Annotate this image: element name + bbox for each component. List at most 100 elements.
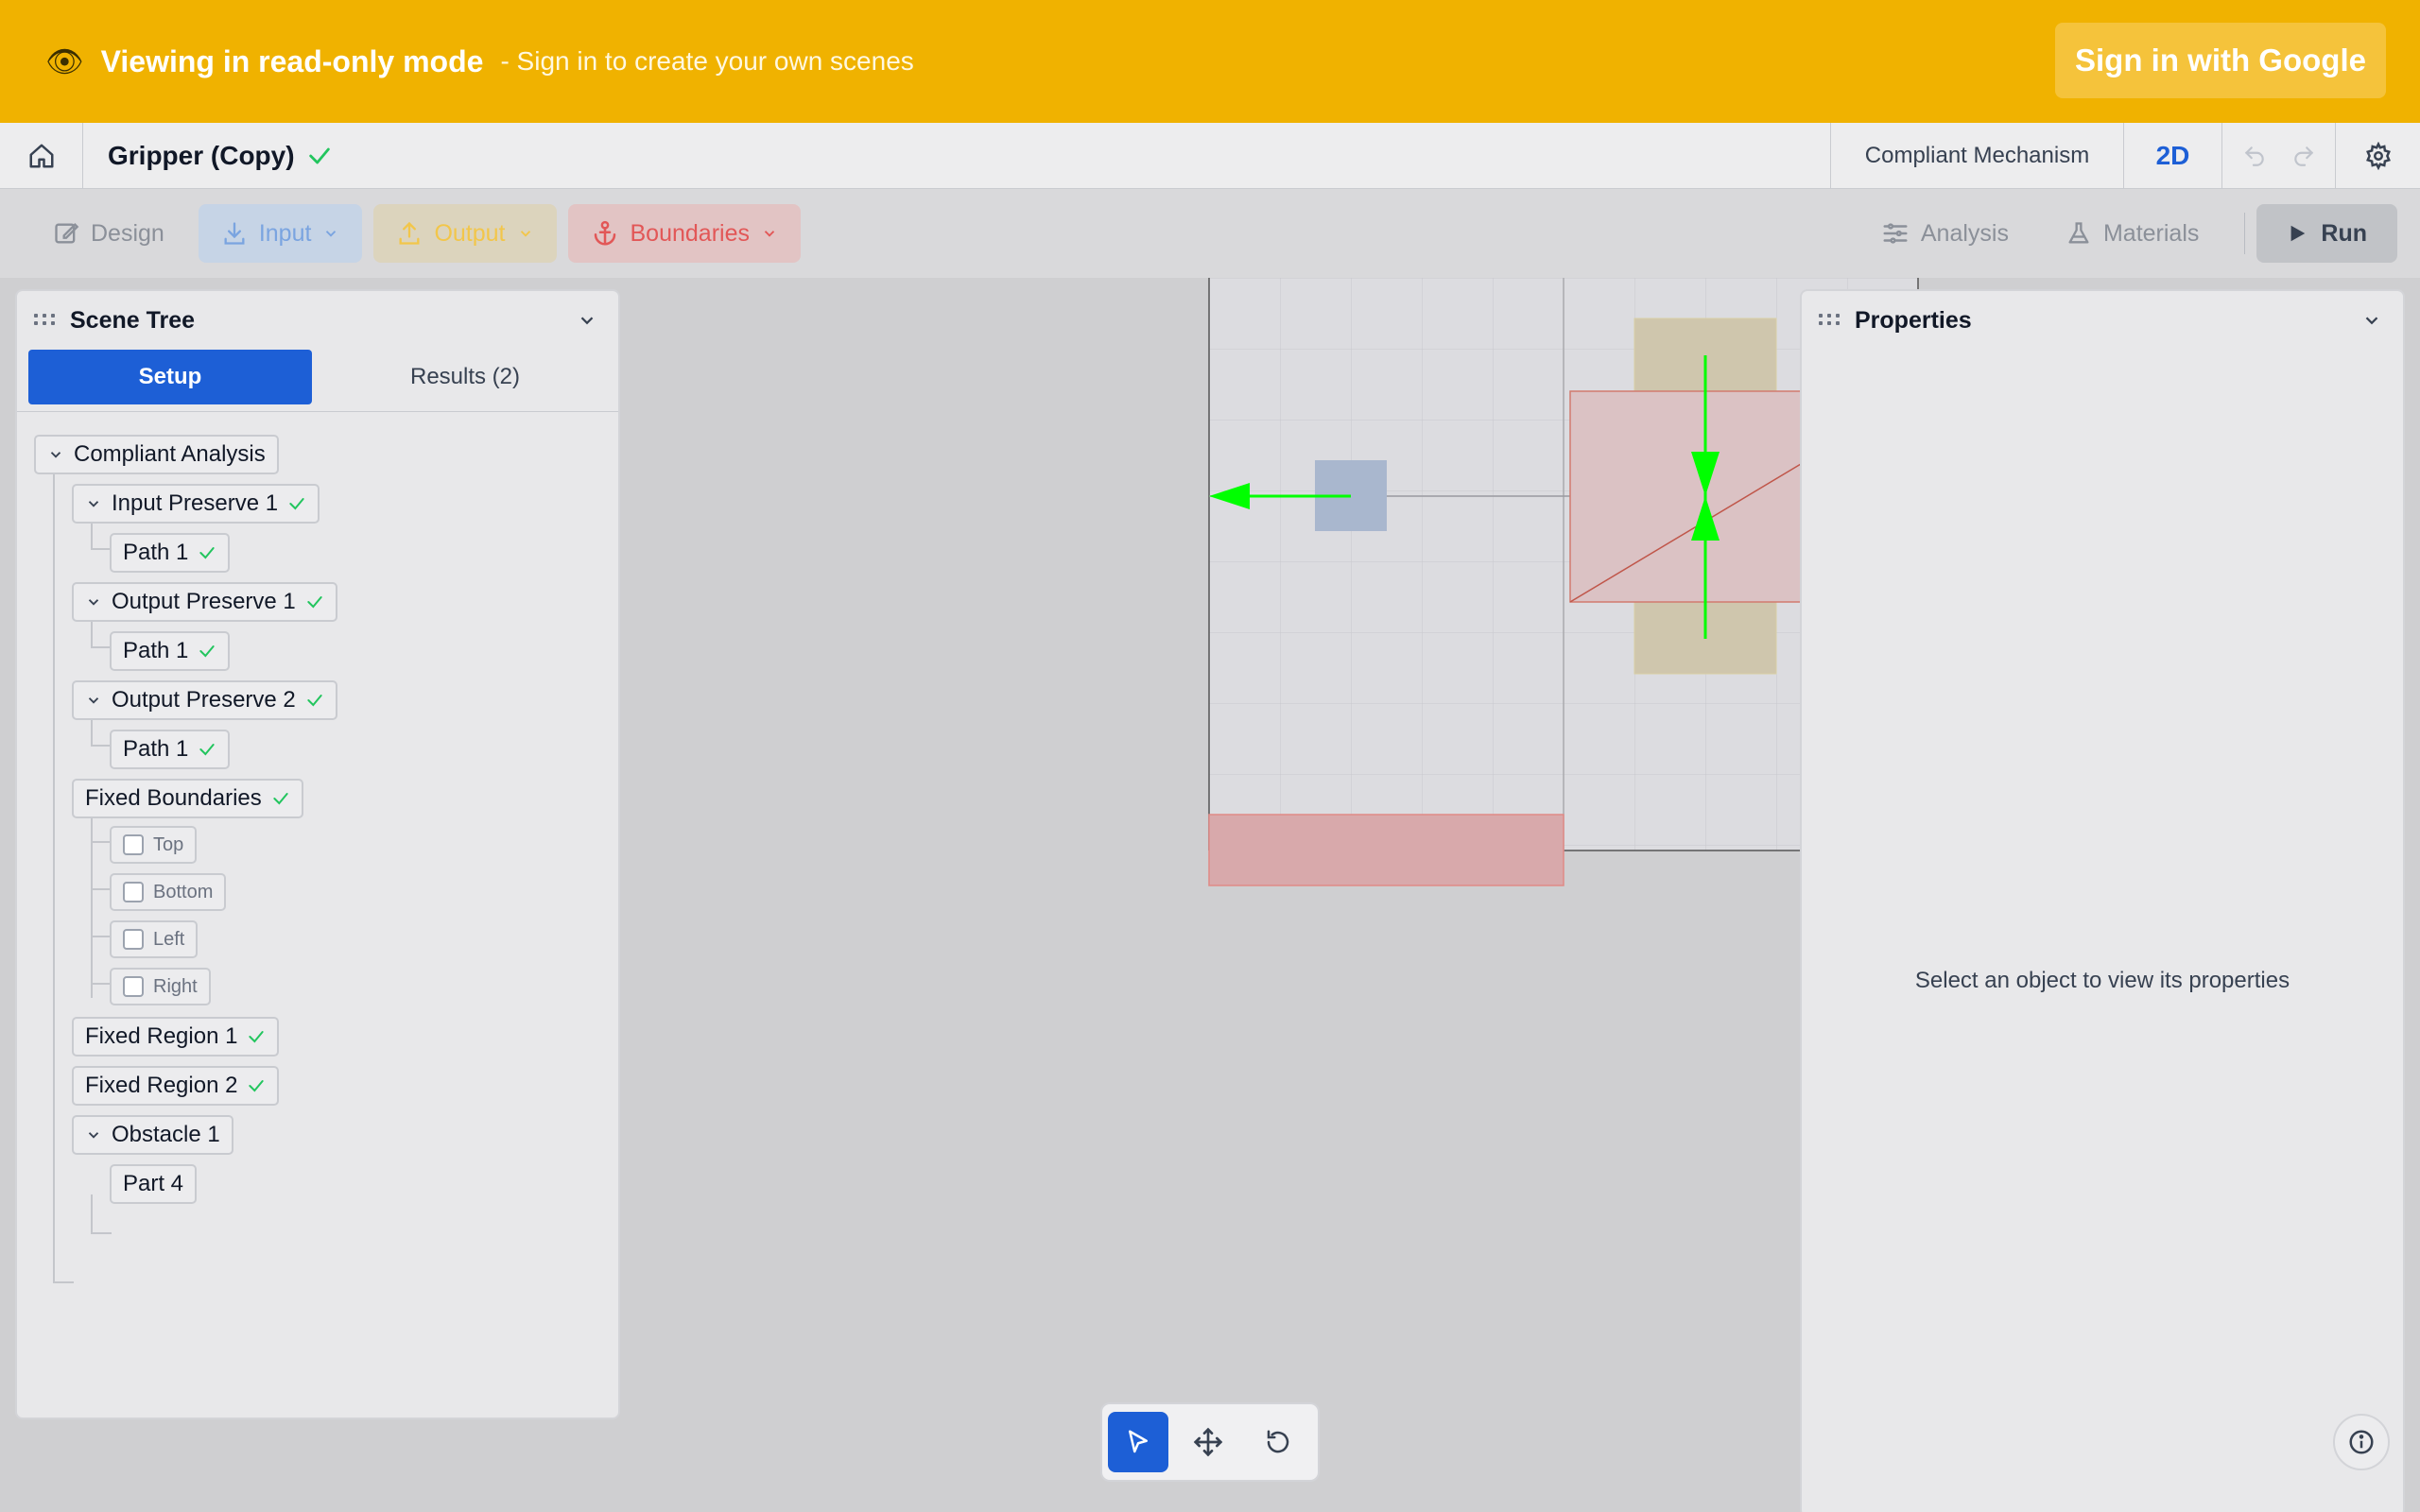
tree-node-fixed-region-2[interactable]: Fixed Region 2 bbox=[72, 1066, 280, 1106]
tree-connector bbox=[53, 1281, 74, 1283]
check-icon bbox=[307, 596, 322, 609]
node-label: Right bbox=[153, 975, 198, 997]
scene-tree-tabs: Setup Results (2) bbox=[17, 350, 618, 412]
tree-connector bbox=[91, 841, 112, 843]
input-dropdown[interactable]: Input bbox=[198, 204, 363, 263]
fixed-region[interactable] bbox=[1208, 814, 1564, 886]
tab-setup[interactable]: Setup bbox=[28, 350, 312, 404]
toolbar: Design Input Output Boundaries Analysis … bbox=[0, 189, 2420, 278]
flask-icon bbox=[2068, 222, 2089, 244]
run-button[interactable]: Run bbox=[2256, 204, 2397, 263]
info-button[interactable] bbox=[2333, 1414, 2390, 1470]
check-icon bbox=[273, 793, 288, 805]
properties-panel: Properties Select an object to view its … bbox=[1800, 289, 2405, 1512]
tree-node-fixed-region-1[interactable]: Fixed Region 1 bbox=[72, 1017, 280, 1057]
tree-connector bbox=[91, 888, 112, 890]
banner-message: Viewing in read-only mode bbox=[100, 43, 484, 78]
properties-title: Properties bbox=[1855, 306, 1972, 334]
undo-icon[interactable] bbox=[2242, 144, 2267, 168]
chevron-down-icon[interactable] bbox=[2361, 310, 2382, 331]
node-label: Top bbox=[153, 833, 184, 855]
right-checkbox[interactable] bbox=[123, 976, 144, 997]
scene-tree: Compliant Analysis Input Preserve 1 Path… bbox=[17, 412, 618, 1283]
saved-check-icon bbox=[306, 143, 333, 169]
tree-node-input-path-1[interactable]: Path 1 bbox=[110, 533, 231, 573]
tree-node-boundary-bottom[interactable]: Bottom bbox=[110, 873, 227, 911]
tree-connector bbox=[91, 745, 112, 747]
tree-node-boundary-top[interactable]: Top bbox=[110, 826, 198, 864]
tree-node-output2-path-1[interactable]: Path 1 bbox=[110, 730, 231, 769]
chevron-down-icon[interactable] bbox=[85, 692, 102, 709]
tree-node-output1-path-1[interactable]: Path 1 bbox=[110, 631, 231, 671]
node-label: Fixed Region 1 bbox=[85, 1023, 238, 1049]
tree-node-compliant-analysis[interactable]: Compliant Analysis bbox=[34, 435, 279, 474]
output-dropdown[interactable]: Output bbox=[373, 204, 557, 263]
drag-handle-icon[interactable] bbox=[1819, 314, 1840, 327]
bottom-checkbox[interactable] bbox=[123, 882, 144, 902]
materials-button[interactable]: Materials bbox=[2043, 204, 2221, 263]
materials-label: Materials bbox=[2102, 219, 2200, 247]
select-tool-button[interactable] bbox=[1108, 1412, 1168, 1472]
view-toggle-2d[interactable]: 2D bbox=[2123, 123, 2221, 189]
toolbar-divider bbox=[2244, 213, 2246, 254]
rotate-tool-button[interactable] bbox=[1248, 1412, 1308, 1472]
chevron-down-icon bbox=[326, 231, 337, 237]
analysis-label: Analysis bbox=[1920, 219, 2009, 247]
node-label: Obstacle 1 bbox=[112, 1122, 220, 1147]
left-checkbox[interactable] bbox=[123, 929, 144, 950]
obstacle-region[interactable] bbox=[1569, 390, 1802, 603]
design-label: Design bbox=[91, 219, 164, 247]
node-label: Part 4 bbox=[123, 1171, 184, 1196]
tree-node-obstacle-1[interactable]: Obstacle 1 bbox=[72, 1115, 233, 1155]
chevron-down-icon bbox=[764, 231, 775, 237]
properties-header[interactable]: Properties bbox=[1802, 291, 2403, 350]
document-title[interactable]: Gripper (Copy) bbox=[108, 141, 295, 171]
tree-node-input-preserve-1[interactable]: Input Preserve 1 bbox=[72, 484, 320, 524]
node-label: Fixed Boundaries bbox=[85, 785, 262, 811]
check-icon bbox=[249, 1080, 265, 1092]
mode-selector[interactable]: Compliant Mechanism bbox=[1830, 123, 2123, 189]
tree-connector bbox=[53, 474, 55, 1281]
tree-node-output-preserve-1[interactable]: Output Preserve 1 bbox=[72, 582, 337, 622]
settings-button[interactable] bbox=[2335, 123, 2420, 189]
node-label: Output Preserve 1 bbox=[112, 589, 296, 614]
play-icon bbox=[2290, 225, 2306, 242]
node-label: Bottom bbox=[153, 881, 214, 902]
banner-sub-message: - Sign in to create your own scenes bbox=[500, 46, 914, 76]
design-button[interactable]: Design bbox=[30, 204, 187, 263]
tab-results[interactable]: Results (2) bbox=[323, 350, 607, 404]
chevron-down-icon[interactable] bbox=[577, 310, 597, 331]
tree-node-boundary-left[interactable]: Left bbox=[110, 920, 199, 958]
chevron-down-icon[interactable] bbox=[47, 446, 64, 463]
chevron-down-icon[interactable] bbox=[85, 1126, 102, 1143]
boundaries-dropdown[interactable]: Boundaries bbox=[567, 204, 801, 263]
properties-empty-message: Select an object to view its properties bbox=[1914, 968, 2290, 993]
tree-connector bbox=[91, 1232, 112, 1234]
tree-node-boundary-right[interactable]: Right bbox=[110, 968, 211, 1005]
top-checkbox[interactable] bbox=[123, 834, 144, 855]
gear-icon bbox=[2365, 142, 2391, 170]
analysis-button[interactable]: Analysis bbox=[1858, 204, 2031, 263]
tree-node-fixed-boundaries[interactable]: Fixed Boundaries bbox=[72, 779, 303, 818]
anchor-icon bbox=[594, 220, 615, 246]
chevron-down-icon[interactable] bbox=[85, 495, 102, 512]
download-icon bbox=[224, 222, 245, 245]
edit-icon bbox=[55, 223, 79, 244]
sign-in-google-button[interactable]: Sign in with Google bbox=[2055, 23, 2386, 98]
cursor-icon bbox=[1129, 1430, 1148, 1453]
move-tool-button[interactable] bbox=[1178, 1412, 1238, 1472]
run-label: Run bbox=[2321, 219, 2367, 247]
header-bar: Gripper (Copy) Compliant Mechanism 2D bbox=[0, 122, 2420, 189]
tree-node-output-preserve-2[interactable]: Output Preserve 2 bbox=[72, 680, 337, 720]
drag-handle-icon[interactable] bbox=[34, 314, 55, 327]
home-button[interactable] bbox=[0, 122, 83, 189]
home-icon bbox=[29, 144, 53, 167]
redo-icon[interactable] bbox=[2291, 144, 2316, 168]
scene-tree-panel: Scene Tree Setup Results (2) Compliant A… bbox=[15, 289, 620, 1419]
tree-node-part-4[interactable]: Part 4 bbox=[110, 1164, 198, 1204]
chevron-down-icon[interactable] bbox=[85, 593, 102, 610]
check-icon bbox=[199, 547, 216, 559]
scene-tree-header[interactable]: Scene Tree bbox=[17, 291, 618, 350]
check-icon bbox=[199, 744, 216, 756]
input-label: Input bbox=[258, 219, 312, 247]
